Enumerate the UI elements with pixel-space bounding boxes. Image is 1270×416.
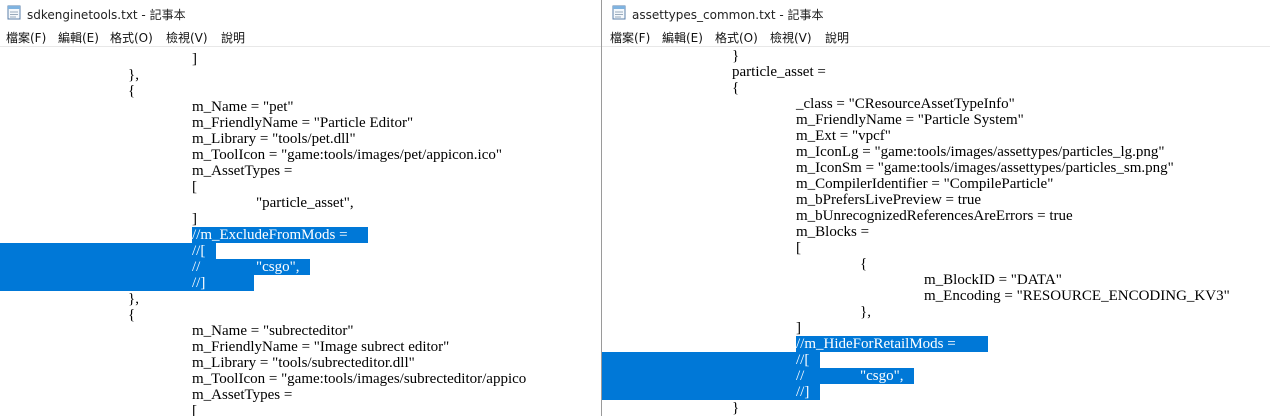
text-line: m_Encoding = "RESOURCE_ENCODING_KV3" xyxy=(924,288,1230,304)
window-title: assettypes_common.txt - 記事本 xyxy=(632,8,824,22)
text-line: m_FriendlyName = "Image subrect editor" xyxy=(192,339,450,355)
text-line: m_Library = "tools/pet.dll" xyxy=(192,131,356,147)
text-line: m_bUnrecognizedReferencesAreErrors = tru… xyxy=(796,208,1073,224)
text-line: m_ToolIcon = "game:tools/images/pet/appi… xyxy=(192,147,503,163)
menu-edit[interactable]: 編輯(E) xyxy=(58,29,99,46)
text-line: m_Name = "pet" xyxy=(192,99,294,115)
text-line: ] xyxy=(796,320,801,336)
text-line: { xyxy=(732,80,740,96)
text-selection-highlight xyxy=(0,243,216,259)
text-editor-area[interactable]: } particle_asset ={_class = "CResourceAss… xyxy=(602,47,1270,416)
text-line: //[ xyxy=(796,352,810,368)
text-editor-area[interactable]: ]},{m_Name = "pet" m_FriendlyName = "Part… xyxy=(0,47,601,416)
text-line: [ xyxy=(796,240,801,256)
text-line: m_IconSm = "game:tools/images/assettypes… xyxy=(796,160,1174,176)
text-line: { xyxy=(860,256,868,272)
text-line: } xyxy=(732,400,740,416)
text-line: m_CompilerIdentifier = "CompileParticle" xyxy=(796,176,1054,192)
title-bar[interactable]: sdkenginetools.txt - 記事本 xyxy=(0,0,601,26)
text-line: //[ xyxy=(192,243,206,259)
menu-format[interactable]: 格式(O) xyxy=(110,29,153,46)
text-selection-highlight xyxy=(602,384,820,400)
text-line: m_bPrefersLivePreview = true xyxy=(796,192,982,208)
window-title: sdkenginetools.txt - 記事本 xyxy=(27,8,186,22)
menu-help[interactable]: 說明 xyxy=(825,29,849,46)
text-line: "csgo", xyxy=(860,368,904,384)
text-line: m_AssetTypes = xyxy=(192,163,293,179)
text-line: _class = "CResourceAssetTypeInfo" xyxy=(796,96,1015,112)
menu-file[interactable]: 檔案(F) xyxy=(610,29,650,46)
text-line: { xyxy=(128,83,136,99)
text-line: [ xyxy=(192,179,197,195)
notepad-icon xyxy=(612,5,626,20)
menu-bar: 檔案(F) 編輯(E) 格式(O) 檢視(V) 說明 xyxy=(0,26,601,47)
text-line: } xyxy=(732,48,740,64)
menu-format[interactable]: 格式(O) xyxy=(715,29,758,46)
notepad-window-right: assettypes_common.txt - 記事本 檔案(F) 編輯(E) … xyxy=(601,0,1270,416)
text-line: m_IconLg = "game:tools/images/assettypes… xyxy=(796,144,1165,160)
text-line: //] xyxy=(192,275,206,291)
text-line: ] xyxy=(192,51,197,67)
text-line: m_FriendlyName = "Particle Editor" xyxy=(192,115,414,131)
text-line: [ xyxy=(192,403,197,416)
menu-file[interactable]: 檔案(F) xyxy=(6,29,46,46)
text-line: m_FriendlyName = "Particle System" xyxy=(796,112,1024,128)
text-selection-highlight xyxy=(602,352,820,368)
text-line: // xyxy=(796,368,805,384)
text-line: // xyxy=(192,259,201,275)
menu-edit[interactable]: 編輯(E) xyxy=(662,29,703,46)
notepad-icon xyxy=(7,5,21,20)
text-line: "particle_asset", xyxy=(256,195,354,211)
text-line: m_Library = "tools/subrecteditor.dll" xyxy=(192,355,415,371)
text-selection-highlight xyxy=(0,275,254,291)
menu-view[interactable]: 檢視(V) xyxy=(166,29,208,46)
text-line: m_AssetTypes = xyxy=(192,387,293,403)
notepad-window-left: sdkenginetools.txt - 記事本 檔案(F) 編輯(E) 格式(… xyxy=(0,0,601,416)
text-line: //] xyxy=(796,384,810,400)
menu-help[interactable]: 說明 xyxy=(221,29,245,46)
text-line: m_BlockID = "DATA" xyxy=(924,272,1062,288)
text-line: }, xyxy=(860,304,871,320)
text-line: }, xyxy=(128,67,139,83)
text-line: m_ToolIcon = "game:tools/images/subrecte… xyxy=(192,371,527,387)
text-line: m_Ext = "vpcf" xyxy=(796,128,891,144)
text-line: { xyxy=(128,307,136,323)
text-line: m_Blocks = xyxy=(796,224,870,240)
text-line: particle_asset = xyxy=(732,64,826,80)
text-line: "csgo", xyxy=(256,259,300,275)
text-line: }, xyxy=(128,291,139,307)
menu-bar: 檔案(F) 編輯(E) 格式(O) 檢視(V) 說明 xyxy=(602,26,1270,47)
text-line: ] xyxy=(192,211,197,227)
text-line: //m_HideForRetailMods = xyxy=(796,336,960,352)
text-line: //m_ExcludeFromMods = xyxy=(192,227,352,243)
text-line: m_Name = "subrecteditor" xyxy=(192,323,354,339)
menu-view[interactable]: 檢視(V) xyxy=(770,29,812,46)
title-bar[interactable]: assettypes_common.txt - 記事本 xyxy=(602,0,1270,26)
